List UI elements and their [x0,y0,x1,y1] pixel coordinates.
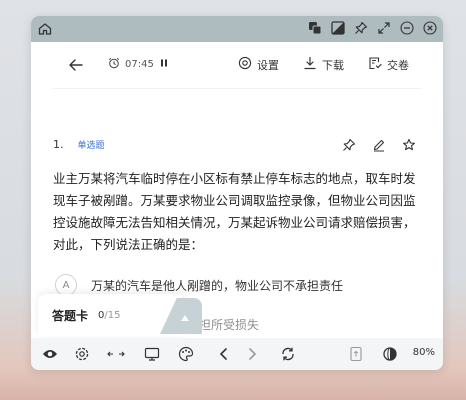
alarm-clock-icon [108,57,120,72]
bottom-toolbar: 80% [31,338,443,370]
triangle-up-icon [180,307,190,326]
download-label: 下载 [322,58,344,72]
download-icon [303,56,317,73]
title-bar [31,16,443,42]
pin-question-icon[interactable] [341,137,357,153]
answer-card-panel[interactable]: 答题卡 0/15 [38,294,202,336]
settings-button[interactable]: 设置 [238,56,279,73]
download-button[interactable]: 下载 [303,56,344,73]
question-type-tag: 单选题 [77,141,105,151]
option-text: 万某的汽车是他人剐蹭的，物业公司不承担责任 [91,278,344,293]
submit-paper-icon [368,56,382,73]
monitor-icon[interactable] [143,345,161,363]
settings-label: 设置 [257,58,279,72]
contrast-icon[interactable] [381,345,399,363]
timer-value: 07:45 [125,59,154,70]
close-icon[interactable] [423,21,437,35]
home-icon[interactable] [37,21,53,37]
question-stem: 业主万某将汽车临时停在小区标有禁止停车标志的地点，取车时发现车子被剐蹭。万某要求… [53,171,416,252]
app-window: 07:45 设置 下载 交卷 1. 单选题 业主万某将汽车临时停在小区标有禁止停… [31,16,443,370]
submit-exam-button[interactable]: 交卷 [368,56,409,73]
exam-timer: 07:45 [108,57,169,72]
total-count: /15 [104,309,121,321]
back-arrow-icon[interactable] [67,56,85,74]
top-navigation: 07:45 设置 下载 交卷 [31,42,443,88]
eye-icon[interactable] [41,345,59,363]
zoom-level[interactable]: 80% [413,347,435,358]
star-favorite-icon[interactable] [401,137,417,153]
fit-width-icon[interactable] [107,345,125,363]
theme-toggle-icon[interactable] [331,21,345,35]
option-a[interactable]: A 万某的汽车是他人剐蹭的，物业公司不承担责任 [55,274,343,296]
question-header: 1. 单选题 [53,138,105,151]
page-view-icon[interactable] [347,345,365,363]
pause-icon[interactable] [159,58,169,71]
question-number: 1. [53,138,64,151]
chevron-right-icon[interactable] [243,345,261,363]
window-controls [308,21,437,35]
answer-progress: 0/15 [98,310,120,321]
expand-icon[interactable] [377,21,391,35]
submit-label: 交卷 [387,58,409,72]
nav-divider [53,88,421,89]
expand-answer-card-tab[interactable] [160,298,202,334]
answer-card-title: 答题卡 [52,308,89,323]
gear-icon [238,56,252,73]
minimize-icon[interactable] [400,21,414,35]
palette-icon[interactable] [177,345,195,363]
option-letter: A [55,274,77,296]
question-tools [341,137,417,153]
refresh-icon[interactable] [279,345,297,363]
edit-note-icon[interactable] [371,137,387,153]
gear-icon[interactable] [73,345,91,363]
pin-icon[interactable] [354,21,368,35]
switch-window-icon[interactable] [308,21,322,35]
nav-actions: 设置 下载 交卷 [238,56,409,73]
chevron-left-icon[interactable] [215,345,233,363]
